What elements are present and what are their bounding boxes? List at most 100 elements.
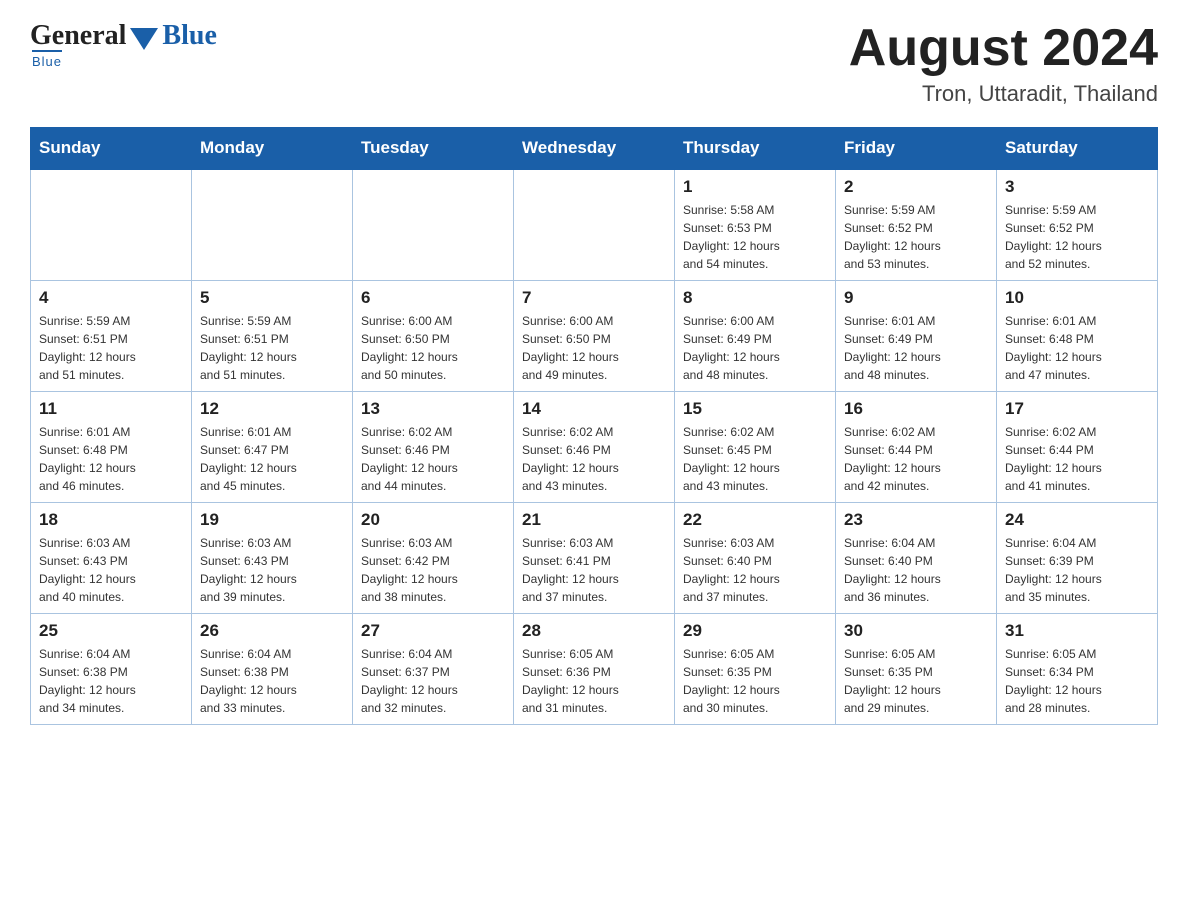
day-info: Sunrise: 6:02 AM Sunset: 6:45 PM Dayligh… bbox=[683, 423, 827, 495]
day-number: 31 bbox=[1005, 621, 1149, 641]
day-info: Sunrise: 6:02 AM Sunset: 6:44 PM Dayligh… bbox=[1005, 423, 1149, 495]
day-number: 23 bbox=[844, 510, 988, 530]
header: General Blue Blue August 2024 Tron, Utta… bbox=[30, 20, 1158, 107]
header-cell-sunday: Sunday bbox=[31, 128, 192, 170]
day-info: Sunrise: 6:03 AM Sunset: 6:40 PM Dayligh… bbox=[683, 534, 827, 606]
day-info: Sunrise: 6:05 AM Sunset: 6:35 PM Dayligh… bbox=[844, 645, 988, 717]
calendar-cell: 4Sunrise: 5:59 AM Sunset: 6:51 PM Daylig… bbox=[31, 281, 192, 392]
calendar-cell: 25 Sunrise: 6:04 AM Sunset: 6:38 PM Dayli… bbox=[31, 614, 192, 725]
day-number: 22 bbox=[683, 510, 827, 530]
calendar-cell: 11 Sunrise: 6:01 AM Sunset: 6:48 PM Dayli… bbox=[31, 392, 192, 503]
day-number: 7 bbox=[522, 288, 666, 308]
calendar-cell: 27Sunrise: 6:04 AM Sunset: 6:37 PM Dayli… bbox=[353, 614, 514, 725]
calendar-cell: 30 Sunrise: 6:05 AM Sunset: 6:35 PM Dayli… bbox=[836, 614, 997, 725]
logo: General Blue Blue bbox=[30, 20, 217, 69]
day-info: Sunrise: 6:01 AM Sunset: 6:49 PM Dayligh… bbox=[844, 312, 988, 384]
week-row-5: 25 Sunrise: 6:04 AM Sunset: 6:38 PM Dayli… bbox=[31, 614, 1158, 725]
day-number: 25 bbox=[39, 621, 183, 641]
header-row: SundayMondayTuesdayWednesdayThursdayFrid… bbox=[31, 128, 1158, 170]
day-number: 1 bbox=[683, 177, 827, 197]
calendar-cell: 21Sunrise: 6:03 AM Sunset: 6:41 PM Dayli… bbox=[514, 503, 675, 614]
week-row-3: 11 Sunrise: 6:01 AM Sunset: 6:48 PM Dayli… bbox=[31, 392, 1158, 503]
day-number: 6 bbox=[361, 288, 505, 308]
calendar-cell: 19 Sunrise: 6:03 AM Sunset: 6:43 PM Dayli… bbox=[192, 503, 353, 614]
day-number: 14 bbox=[522, 399, 666, 419]
calendar-body: 1 Sunrise: 5:58 AM Sunset: 6:53 PM Daylig… bbox=[31, 169, 1158, 725]
day-info: Sunrise: 5:59 AM Sunset: 6:51 PM Dayligh… bbox=[39, 312, 183, 384]
day-info: Sunrise: 6:04 AM Sunset: 6:40 PM Dayligh… bbox=[844, 534, 988, 606]
title-area: August 2024 Tron, Uttaradit, Thailand bbox=[849, 20, 1158, 107]
logo-general-text: General bbox=[30, 20, 126, 52]
day-number: 2 bbox=[844, 177, 988, 197]
day-info: Sunrise: 6:01 AM Sunset: 6:47 PM Dayligh… bbox=[200, 423, 344, 495]
calendar-header: SundayMondayTuesdayWednesdayThursdayFrid… bbox=[31, 128, 1158, 170]
calendar-cell: 12 Sunrise: 6:01 AM Sunset: 6:47 PM Dayli… bbox=[192, 392, 353, 503]
logo-underline: Blue bbox=[32, 50, 62, 69]
day-number: 26 bbox=[200, 621, 344, 641]
calendar-cell: 20 Sunrise: 6:03 AM Sunset: 6:42 PM Dayli… bbox=[353, 503, 514, 614]
calendar-cell: 22 Sunrise: 6:03 AM Sunset: 6:40 PM Dayli… bbox=[675, 503, 836, 614]
day-info: Sunrise: 6:03 AM Sunset: 6:42 PM Dayligh… bbox=[361, 534, 505, 606]
calendar-cell: 14 Sunrise: 6:02 AM Sunset: 6:46 PM Dayli… bbox=[514, 392, 675, 503]
calendar-cell: 10Sunrise: 6:01 AM Sunset: 6:48 PM Dayli… bbox=[997, 281, 1158, 392]
week-row-4: 18Sunrise: 6:03 AM Sunset: 6:43 PM Dayli… bbox=[31, 503, 1158, 614]
header-cell-monday: Monday bbox=[192, 128, 353, 170]
day-info: Sunrise: 6:01 AM Sunset: 6:48 PM Dayligh… bbox=[39, 423, 183, 495]
day-info: Sunrise: 5:58 AM Sunset: 6:53 PM Dayligh… bbox=[683, 201, 827, 273]
calendar-cell: 9 Sunrise: 6:01 AM Sunset: 6:49 PM Daylig… bbox=[836, 281, 997, 392]
day-info: Sunrise: 6:00 AM Sunset: 6:50 PM Dayligh… bbox=[522, 312, 666, 384]
calendar-cell bbox=[514, 169, 675, 281]
day-number: 17 bbox=[1005, 399, 1149, 419]
day-info: Sunrise: 6:04 AM Sunset: 6:39 PM Dayligh… bbox=[1005, 534, 1149, 606]
month-year-title: August 2024 bbox=[849, 20, 1158, 77]
calendar-cell: 6 Sunrise: 6:00 AM Sunset: 6:50 PM Daylig… bbox=[353, 281, 514, 392]
calendar-cell: 18Sunrise: 6:03 AM Sunset: 6:43 PM Dayli… bbox=[31, 503, 192, 614]
day-number: 27 bbox=[361, 621, 505, 641]
calendar-cell: 7 Sunrise: 6:00 AM Sunset: 6:50 PM Daylig… bbox=[514, 281, 675, 392]
day-number: 3 bbox=[1005, 177, 1149, 197]
calendar-cell: 3 Sunrise: 5:59 AM Sunset: 6:52 PM Daylig… bbox=[997, 169, 1158, 281]
day-number: 20 bbox=[361, 510, 505, 530]
day-number: 13 bbox=[361, 399, 505, 419]
week-row-2: 4Sunrise: 5:59 AM Sunset: 6:51 PM Daylig… bbox=[31, 281, 1158, 392]
header-cell-tuesday: Tuesday bbox=[353, 128, 514, 170]
calendar-cell bbox=[353, 169, 514, 281]
calendar-cell: 1 Sunrise: 5:58 AM Sunset: 6:53 PM Daylig… bbox=[675, 169, 836, 281]
calendar-cell: 29 Sunrise: 6:05 AM Sunset: 6:35 PM Dayli… bbox=[675, 614, 836, 725]
day-number: 5 bbox=[200, 288, 344, 308]
calendar-cell: 23 Sunrise: 6:04 AM Sunset: 6:40 PM Dayli… bbox=[836, 503, 997, 614]
calendar-cell: 26Sunrise: 6:04 AM Sunset: 6:38 PM Dayli… bbox=[192, 614, 353, 725]
day-info: Sunrise: 6:02 AM Sunset: 6:46 PM Dayligh… bbox=[361, 423, 505, 495]
day-number: 21 bbox=[522, 510, 666, 530]
calendar-cell: 8Sunrise: 6:00 AM Sunset: 6:49 PM Daylig… bbox=[675, 281, 836, 392]
location-subtitle: Tron, Uttaradit, Thailand bbox=[849, 81, 1158, 107]
header-cell-thursday: Thursday bbox=[675, 128, 836, 170]
day-number: 28 bbox=[522, 621, 666, 641]
calendar-cell: 31Sunrise: 6:05 AM Sunset: 6:34 PM Dayli… bbox=[997, 614, 1158, 725]
logo-triangle-icon bbox=[130, 28, 158, 50]
calendar-cell bbox=[192, 169, 353, 281]
calendar-cell: 15 Sunrise: 6:02 AM Sunset: 6:45 PM Dayli… bbox=[675, 392, 836, 503]
day-info: Sunrise: 6:02 AM Sunset: 6:46 PM Dayligh… bbox=[522, 423, 666, 495]
day-number: 9 bbox=[844, 288, 988, 308]
calendar-cell: 24Sunrise: 6:04 AM Sunset: 6:39 PM Dayli… bbox=[997, 503, 1158, 614]
day-number: 12 bbox=[200, 399, 344, 419]
week-row-1: 1 Sunrise: 5:58 AM Sunset: 6:53 PM Daylig… bbox=[31, 169, 1158, 281]
day-number: 15 bbox=[683, 399, 827, 419]
day-info: Sunrise: 6:04 AM Sunset: 6:38 PM Dayligh… bbox=[39, 645, 183, 717]
day-number: 11 bbox=[39, 399, 183, 419]
day-number: 30 bbox=[844, 621, 988, 641]
header-cell-wednesday: Wednesday bbox=[514, 128, 675, 170]
day-info: Sunrise: 6:01 AM Sunset: 6:48 PM Dayligh… bbox=[1005, 312, 1149, 384]
day-info: Sunrise: 6:02 AM Sunset: 6:44 PM Dayligh… bbox=[844, 423, 988, 495]
header-cell-friday: Friday bbox=[836, 128, 997, 170]
day-info: Sunrise: 6:05 AM Sunset: 6:35 PM Dayligh… bbox=[683, 645, 827, 717]
day-number: 29 bbox=[683, 621, 827, 641]
day-info: Sunrise: 6:03 AM Sunset: 6:43 PM Dayligh… bbox=[39, 534, 183, 606]
calendar-cell bbox=[31, 169, 192, 281]
day-info: Sunrise: 5:59 AM Sunset: 6:52 PM Dayligh… bbox=[1005, 201, 1149, 273]
day-info: Sunrise: 6:00 AM Sunset: 6:50 PM Dayligh… bbox=[361, 312, 505, 384]
day-info: Sunrise: 6:03 AM Sunset: 6:43 PM Dayligh… bbox=[200, 534, 344, 606]
day-number: 19 bbox=[200, 510, 344, 530]
day-info: Sunrise: 5:59 AM Sunset: 6:51 PM Dayligh… bbox=[200, 312, 344, 384]
